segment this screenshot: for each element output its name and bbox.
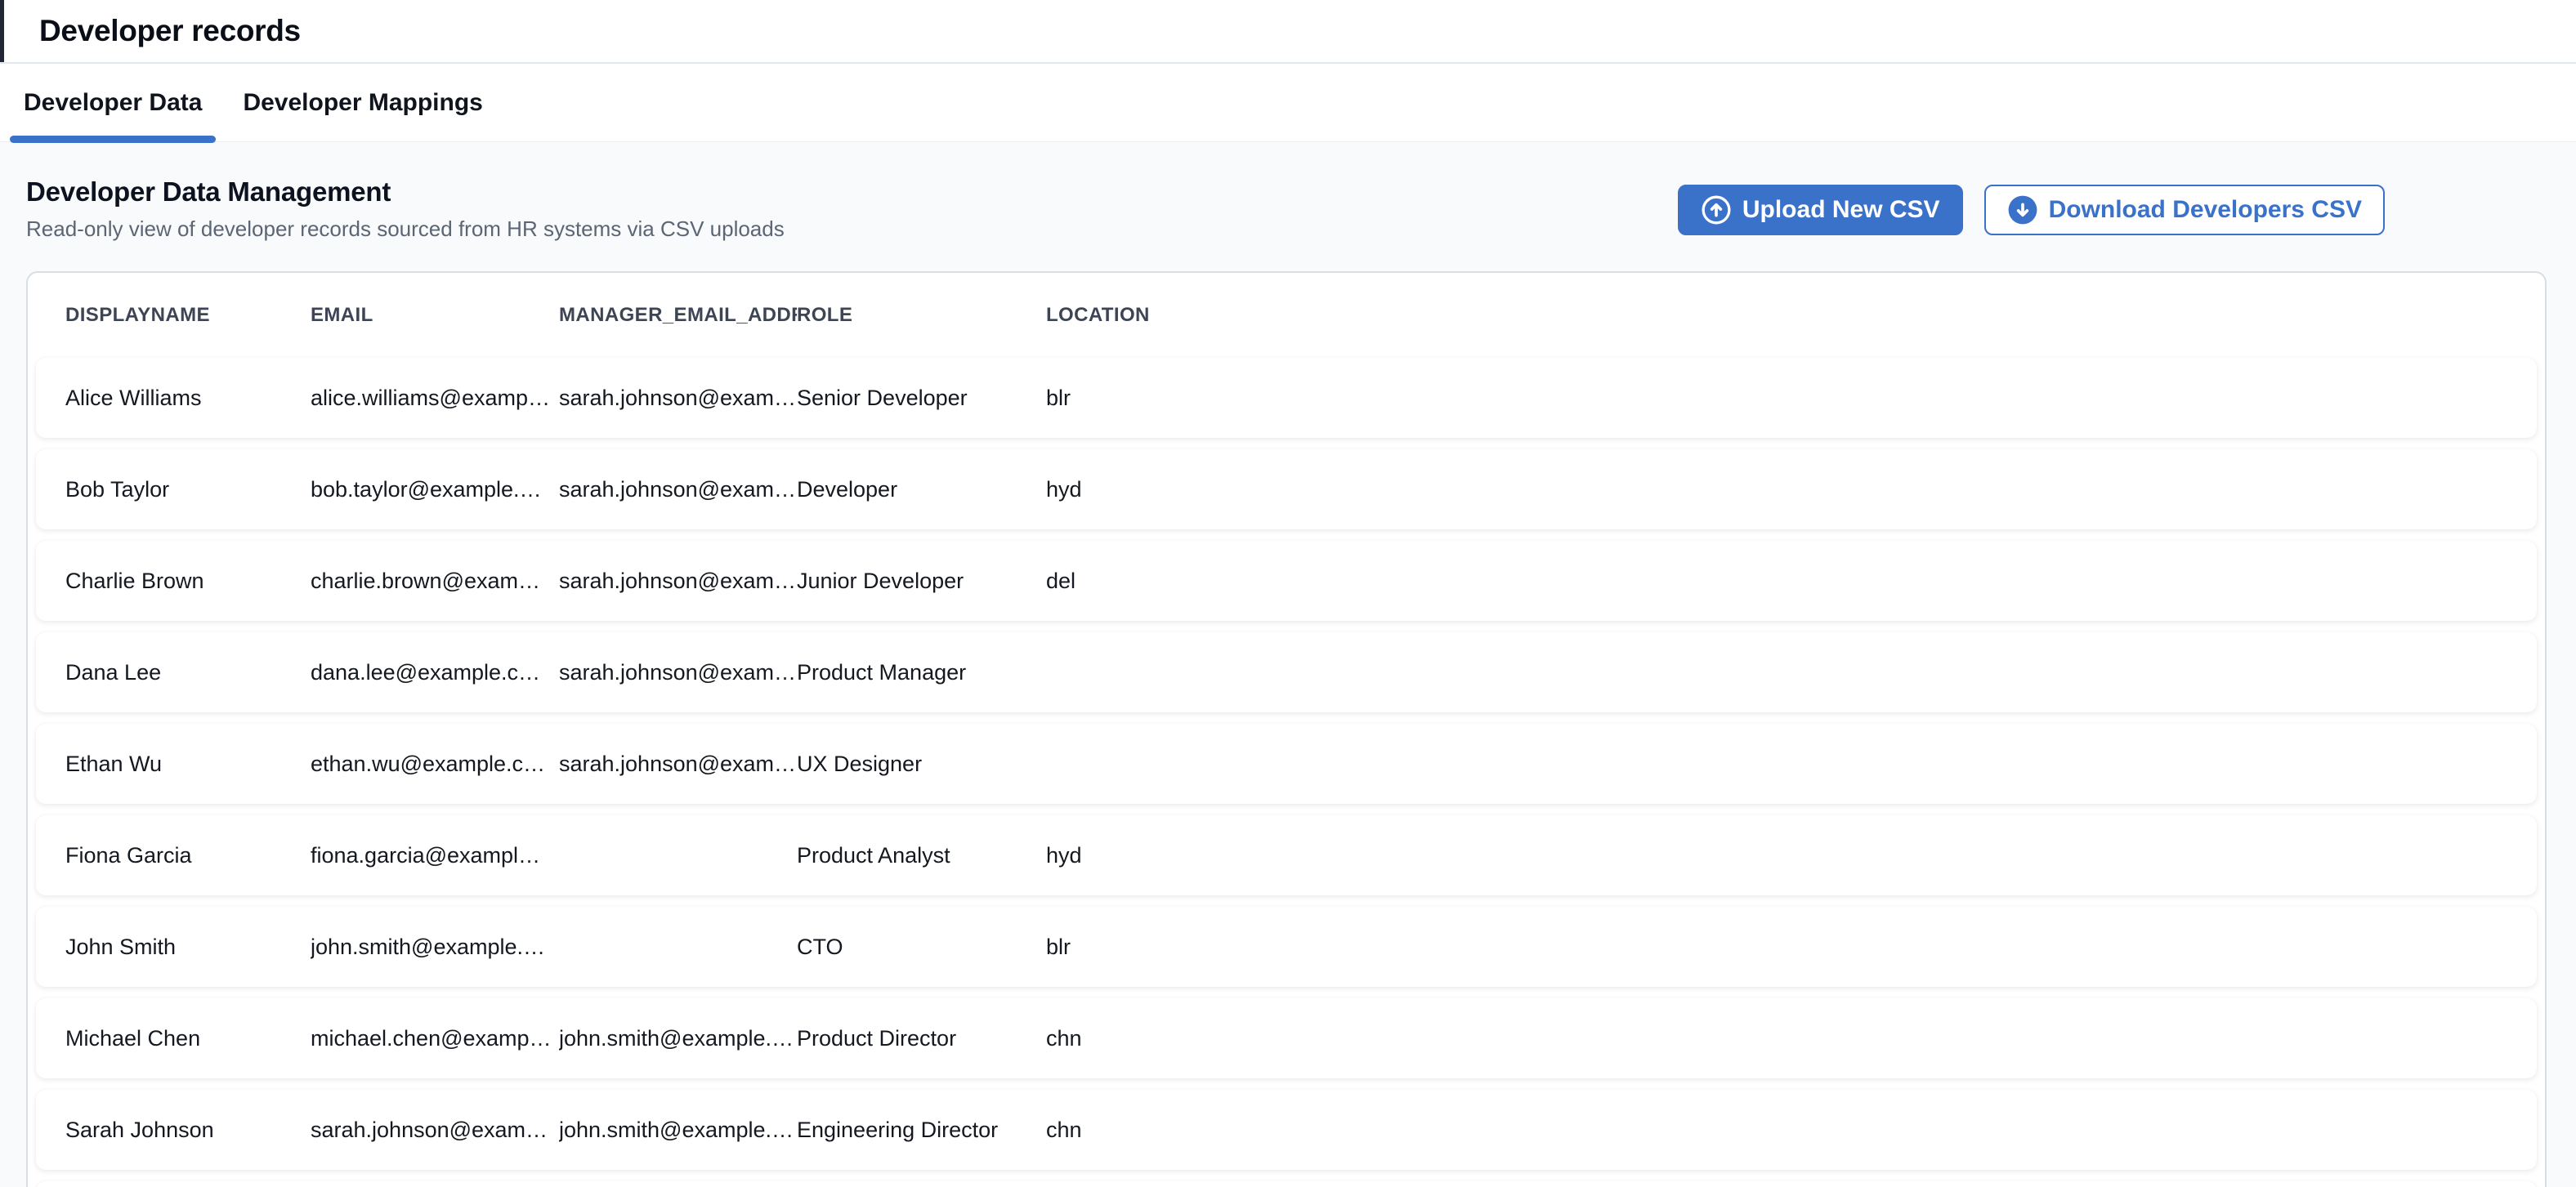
cell-email: michael.chen@examp… [311,1026,559,1051]
download-csv-button[interactable]: Download Developers CSV [1984,185,2385,235]
table-row: Bob Taylor bob.taylor@example.… sarah.jo… [36,449,2537,529]
table-row: Fiona Garcia fiona.garcia@exampl… Produc… [36,815,2537,895]
cell-displayname: John Smith [65,935,311,960]
cell-displayname: Sarah Johnson [65,1118,311,1143]
column-header-location: LOCATION [1046,304,2537,327]
table-row-partial [36,1181,2537,1187]
cell-role: Developer [797,477,1046,502]
cell-location: chn [1046,1026,2537,1051]
upload-csv-button[interactable]: Upload New CSV [1678,185,1963,235]
cell-manager-email: sarah.johnson@exam… [559,477,797,502]
cell-location: blr [1046,935,2537,960]
download-csv-button-label: Download Developers CSV [2049,196,2362,224]
section-header-text: Developer Data Management Read-only view… [26,176,785,242]
table-row: Michael Chen michael.chen@examp… john.sm… [36,998,2537,1078]
cell-manager-email: sarah.johnson@exam… [559,386,797,411]
cell-displayname: Bob Taylor [65,477,311,502]
cell-manager-email: sarah.johnson@exam… [559,660,797,685]
cell-email: charlie.brown@exam… [311,569,559,594]
cell-email: john.smith@example.… [311,935,559,960]
cell-email: ethan.wu@example.c… [311,752,559,777]
table-header-row: DISPLAYNAME EMAIL MANAGER_EMAIL_ADDRE… R… [36,273,2537,358]
cell-email: sarah.johnson@exam… [311,1118,559,1143]
cell-role: Junior Developer [797,569,1046,594]
cell-role: UX Designer [797,752,1046,777]
developer-table-card: DISPLAYNAME EMAIL MANAGER_EMAIL_ADDRE… R… [26,271,2547,1187]
cell-role: Senior Developer [797,386,1046,411]
cell-role: Product Analyst [797,843,1046,868]
cell-role: Product Manager [797,660,1046,685]
cell-location: chn [1046,1118,2537,1143]
circle-arrow-down-icon [2007,194,2038,225]
table-row: Sarah Johnson sarah.johnson@exam… john.s… [36,1090,2537,1170]
tab-bar: Developer Data Developer Mappings [0,64,2576,142]
table-body: Alice Williams alice.williams@examp… sar… [36,358,2537,1170]
cell-role: CTO [797,935,1046,960]
table-row: Alice Williams alice.williams@examp… sar… [36,358,2537,438]
section-header: Developer Data Management Read-only view… [26,176,2547,242]
cell-role: Product Director [797,1026,1046,1051]
column-header-displayname: DISPLAYNAME [65,304,311,327]
table-row: Charlie Brown charlie.brown@exam… sarah.… [36,541,2537,621]
tab-developer-mappings[interactable]: Developer Mappings [229,64,496,141]
section-title: Developer Data Management [26,176,785,208]
cell-manager-email: sarah.johnson@exam… [559,569,797,594]
section-subtitle: Read-only view of developer records sour… [26,216,785,242]
csv-actions: Upload New CSV Download Developers CSV [1678,185,2385,235]
cell-email: bob.taylor@example.… [311,477,559,502]
cell-displayname: Ethan Wu [65,752,311,777]
tab-developer-data-label: Developer Data [24,89,202,117]
table-row: Ethan Wu ethan.wu@example.c… sarah.johns… [36,724,2537,804]
cell-manager-email: john.smith@example.… [559,1026,797,1051]
cell-location: del [1046,569,2537,594]
cell-email: dana.lee@example.c… [311,660,559,685]
cell-manager-email: john.smith@example.… [559,1118,797,1143]
tab-developer-mappings-label: Developer Mappings [243,89,482,117]
circle-arrow-up-icon [1701,194,1732,225]
cell-location: hyd [1046,477,2537,502]
cell-displayname: Alice Williams [65,386,311,411]
table-row: Dana Lee dana.lee@example.c… sarah.johns… [36,632,2537,712]
upload-csv-button-label: Upload New CSV [1742,196,1940,224]
cell-email: fiona.garcia@exampl… [311,843,559,868]
cell-location: blr [1046,386,2537,411]
app-header: Developer records [0,0,2576,64]
tab-developer-data[interactable]: Developer Data [10,64,216,141]
cell-displayname: Dana Lee [65,660,311,685]
cell-role: Engineering Director [797,1118,1046,1143]
column-header-role: ROLE [797,304,1046,327]
cell-displayname: Charlie Brown [65,569,311,594]
column-header-email: EMAIL [311,304,559,327]
column-header-manager-email: MANAGER_EMAIL_ADDRE… [559,304,797,327]
main-content: Developer Data Management Read-only view… [0,142,2576,1187]
cell-displayname: Fiona Garcia [65,843,311,868]
cell-location: hyd [1046,843,2537,868]
cell-manager-email: sarah.johnson@exam… [559,752,797,777]
page-title: Developer records [39,14,301,48]
cell-email: alice.williams@examp… [311,386,559,411]
table-row: John Smith john.smith@example.… CTO blr [36,907,2537,987]
cell-displayname: Michael Chen [65,1026,311,1051]
sidebar-edge [0,0,4,62]
